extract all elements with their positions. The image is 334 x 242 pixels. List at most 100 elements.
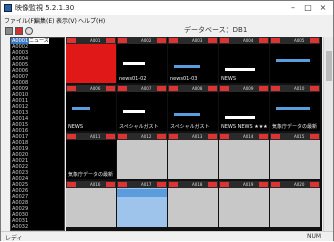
channel-row[interactable]: A0032 [11,224,64,230]
status-bar: レディ NUM [1,231,333,242]
tile-caption: スペシャルガスト [119,124,159,130]
channel-list[interactable]: A0001ニュース A0002 A0003 A0004 A0005 A0006 A0007 A… [10,37,65,231]
rec-indicator-icon [220,182,229,187]
menu-view[interactable]: 表示(V) [56,16,77,25]
rec-indicator-icon [220,38,229,43]
maximize-button[interactable]: □ [302,2,314,13]
tile-id: A016 [90,182,101,187]
monitor-tile[interactable]: A018 [168,181,218,227]
monitor-tile[interactable]: A011 気象庁データの最新 [66,133,116,179]
monitor-tile[interactable]: A010 気象庁データの最新 [270,85,320,131]
video-overlay-bar [225,68,255,71]
rec-indicator-icon [67,134,76,139]
tile-id: A014 [243,134,254,139]
alarm-indicator-icon [310,38,319,43]
monitor-tile[interactable]: A017 [117,181,167,227]
tile-screen [270,140,320,179]
tile-id: A006 [90,86,101,91]
scrollbar-thumb[interactable] [326,51,332,81]
tile-header: A009 [219,85,269,92]
monitor-grid: A001 A002 news01-02 A003 news01-03 A004 NEWS A0… [66,37,322,231]
monitor-tile[interactable]: A005 [270,37,320,83]
undo-icon[interactable] [25,27,33,35]
database-title: データベース：DB1 [184,26,248,34]
tile-header: A001 [66,37,116,44]
alarm-indicator-icon [259,182,268,187]
video-overlay-bar [276,107,310,110]
tile-header: A005 [270,37,320,44]
open-icon[interactable] [5,27,13,35]
tile-caption: NEWS [68,124,84,130]
monitor-tile[interactable]: A001 [66,37,116,83]
tile-id: A017 [141,182,152,187]
channel-number: A0032 [12,224,29,230]
rec-indicator-icon [118,182,127,187]
menu-help[interactable]: ヘルプ(H) [78,16,105,25]
rec-indicator-icon [271,86,280,91]
monitor-tile[interactable]: A007 スペシャルガスト [117,85,167,131]
tile-id: A019 [243,182,254,187]
tile-id: A010 [294,86,305,91]
tile-header: A010 [270,85,320,92]
close-button[interactable]: × [317,2,329,13]
menu-edit[interactable]: 編集(E) [34,16,54,25]
alarm-indicator-icon [106,134,115,139]
menu-bar: ファイル(F) 編集(E) 表示(V) ヘルプ(H) [1,15,333,26]
monitor-tile[interactable]: A016 [66,181,116,227]
menu-file[interactable]: ファイル(F) [4,16,36,25]
vertical-scrollbar[interactable] [323,37,333,231]
camera-icon[interactable] [15,27,23,35]
rec-indicator-icon [67,182,76,187]
tile-id: A011 [90,134,101,139]
tile-screen [66,188,116,227]
monitor-tile[interactable]: A012 [117,133,167,179]
tile-id: A004 [243,38,254,43]
monitor-tile[interactable]: A013 [168,133,218,179]
selection-highlight [117,189,167,197]
rec-indicator-icon [169,38,178,43]
tile-header: A013 [168,133,218,140]
alarm-indicator-icon [208,134,217,139]
app-icon [4,4,12,12]
alarm-indicator-icon [106,86,115,91]
minimize-button[interactable]: – [287,2,299,13]
monitor-tile[interactable]: A004 NEWS [219,37,269,83]
monitor-tile[interactable]: A006 NEWS [66,85,116,131]
tile-screen [270,188,320,227]
video-overlay-bar [72,107,90,110]
rec-indicator-icon [220,86,229,91]
monitor-tile[interactable]: A008 スペシャルガスト [168,85,218,131]
tile-id: A008 [192,86,203,91]
monitor-tile[interactable]: A014 [219,133,269,179]
alarm-indicator-icon [259,38,268,43]
rec-indicator-icon [169,86,178,91]
video-overlay-bar [174,113,200,116]
video-overlay-bar [276,59,310,62]
alarm-indicator-icon [157,182,166,187]
monitor-tile[interactable]: A015 [270,133,320,179]
rec-indicator-icon [67,38,76,43]
tile-id: A020 [294,182,305,187]
rec-indicator-icon [118,86,127,91]
alarm-indicator-icon [208,182,217,187]
monitor-tile[interactable]: A019 [219,181,269,227]
num-lock-indicator: NUM [307,233,322,240]
tile-caption: NEWS NEWS ★★★ [221,124,268,130]
tile-header: A019 [219,181,269,188]
tile-header: A014 [219,133,269,140]
tile-header: A020 [270,181,320,188]
alarm-indicator-icon [259,86,268,91]
tile-caption: news01-03 [170,76,198,82]
tile-id: A003 [192,38,203,43]
tile-id: A012 [141,134,152,139]
monitor-tile[interactable]: A009 NEWS NEWS ★★★ [219,85,269,131]
monitor-tile[interactable]: A003 news01-03 [168,37,218,83]
monitor-tile[interactable]: A002 news01-02 [117,37,167,83]
tile-screen [168,188,218,227]
tile-caption: スペシャルガスト [170,124,210,130]
rec-indicator-icon [220,134,229,139]
tile-header: A012 [117,133,167,140]
title-bar: 映像監視 5.2.1.30 – □ × [1,1,333,15]
monitor-tile[interactable]: A020 [270,181,320,227]
tile-header: A017 [117,181,167,188]
